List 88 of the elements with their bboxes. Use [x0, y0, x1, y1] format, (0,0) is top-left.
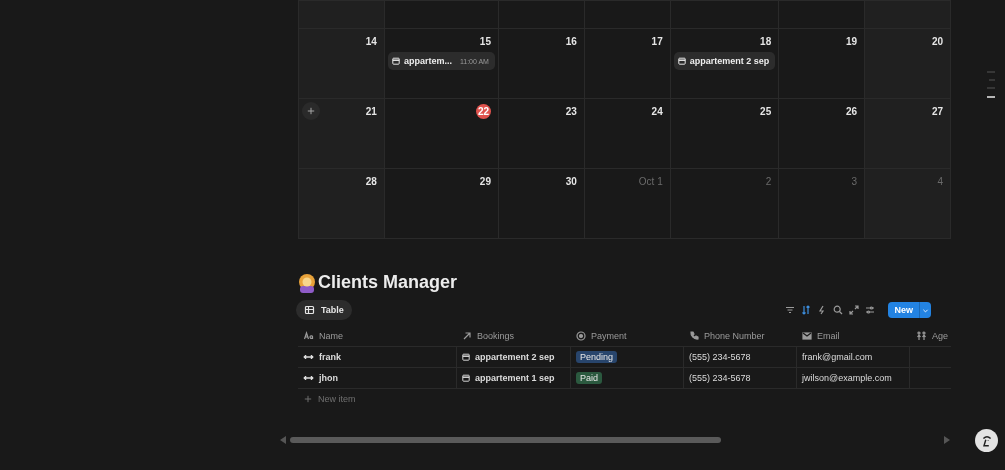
plus-icon — [307, 107, 315, 115]
phone-number: (555) 234-5678 — [689, 373, 751, 383]
database-title: Clients Manager — [318, 272, 458, 293]
scroll-right-icon[interactable] — [944, 436, 950, 444]
envelope-icon — [802, 330, 812, 341]
day-number: 14 — [364, 34, 377, 49]
settings-button[interactable] — [863, 303, 877, 317]
expand-button[interactable] — [847, 303, 861, 317]
calendar-icon — [391, 57, 400, 65]
calendar-day-cell[interactable]: 18 appartement 2 sep — [670, 28, 780, 98]
help-button[interactable] — [975, 429, 998, 452]
booking-link[interactable]: appartement 1 sep — [475, 373, 555, 383]
calendar-day-cell[interactable]: 26 — [779, 98, 866, 168]
calendar-day-cell[interactable]: 27 — [865, 98, 951, 168]
add-button[interactable] — [302, 102, 320, 120]
calendar-day-cell[interactable]: 21 — [299, 98, 385, 168]
email-address: jwilson@example.com — [802, 373, 892, 383]
column-header[interactable]: Payment — [571, 325, 684, 347]
day-number: 18 — [759, 34, 772, 49]
calendar-day-cell[interactable]: 14 — [299, 28, 385, 98]
filter-icon — [785, 305, 795, 315]
calendar-icon — [462, 353, 470, 361]
day-number: 4 — [936, 174, 943, 189]
horizontal-scrollbar-thumb[interactable] — [290, 437, 721, 443]
calendar-event[interactable]: appartement 2 sep — [673, 52, 776, 70]
calendar-day-cell[interactable]: 17 — [584, 28, 671, 98]
new-item-button[interactable]: New item — [298, 389, 362, 409]
plus-icon — [304, 395, 312, 403]
arrow-icon — [462, 330, 472, 341]
day-number: 3 — [850, 174, 858, 189]
calendar-day-cell[interactable]: 29 — [384, 168, 499, 238]
calendar-day-cell[interactable]: 23 — [498, 98, 585, 168]
column-header[interactable]: Phone Number — [684, 325, 797, 347]
day-number: 25 — [759, 104, 772, 119]
phone-number: (555) 234-5678 — [689, 352, 751, 362]
day-number: 21 — [364, 104, 377, 119]
phone-icon — [689, 330, 699, 341]
client-name: frank — [319, 352, 341, 362]
new-button[interactable]: New — [888, 302, 919, 318]
day-number: 23 — [564, 104, 577, 119]
today-date-badge: 22 — [475, 103, 491, 119]
payment-tag: Paid — [576, 372, 602, 384]
calendar-day-cell[interactable]: 30 — [498, 168, 585, 238]
text-icon — [303, 330, 314, 341]
day-number: 17 — [650, 34, 663, 49]
day-number: 28 — [364, 174, 377, 189]
booking-link[interactable]: appartement 2 sep — [475, 352, 555, 362]
calendar-day-cell[interactable]: 16 — [498, 28, 585, 98]
column-header[interactable]: Email — [797, 325, 910, 347]
client-name: jhon — [319, 373, 338, 383]
column-header[interactable]: Name — [298, 325, 457, 347]
payment-tag: Pending — [576, 351, 618, 363]
column-header[interactable]: Age — [910, 325, 951, 347]
calendar-icon — [462, 374, 470, 382]
calendar-day-cell[interactable]: 24 — [584, 98, 671, 168]
page-outline-icon[interactable] — [986, 70, 996, 100]
new-options-button[interactable] — [919, 302, 931, 318]
calendar-icon — [677, 57, 686, 65]
status-icon — [576, 330, 586, 341]
calendar-day-cell[interactable]: 28 — [299, 168, 385, 238]
sliders-icon — [865, 305, 875, 315]
calendar-day-cell[interactable]: 19 — [779, 28, 866, 98]
table-view-tab[interactable]: Table — [296, 300, 352, 320]
day-number: 19 — [845, 34, 858, 49]
search-icon — [833, 305, 843, 315]
day-number: 15 — [478, 34, 491, 49]
column-header[interactable]: Bookings — [457, 325, 571, 347]
day-number: 16 — [564, 34, 577, 49]
lightning-icon — [817, 305, 827, 315]
day-number: 24 — [650, 104, 663, 119]
people-icon — [915, 330, 927, 341]
search-button[interactable] — [831, 303, 845, 317]
table-icon — [304, 305, 315, 315]
day-number: 29 — [478, 174, 491, 189]
scroll-left-icon[interactable] — [280, 436, 286, 444]
day-number: 27 — [930, 104, 943, 119]
calendar-day-cell[interactable]: 20 — [865, 28, 951, 98]
email-address: frank@gmail.com — [802, 352, 873, 362]
day-number: 30 — [564, 174, 577, 189]
day-number: Oct 1 — [638, 174, 663, 189]
calendar-day-cell[interactable]: 22 — [384, 98, 499, 168]
day-number: 26 — [845, 104, 858, 119]
person-emoji-icon — [298, 272, 316, 293]
sort-icon — [801, 305, 811, 315]
calendar-day-cell[interactable]: 25 — [670, 98, 780, 168]
day-number: 2 — [764, 174, 772, 189]
expand-icon — [849, 305, 859, 315]
day-number: 20 — [930, 34, 943, 49]
